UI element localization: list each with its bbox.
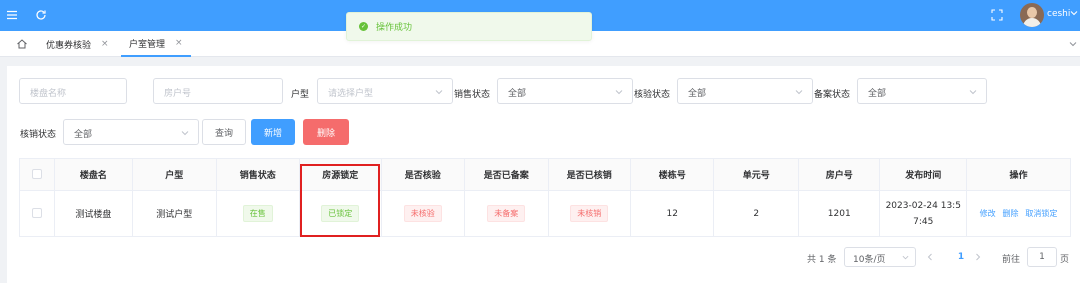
tab-room-management[interactable]: 户室管理 × [121,31,191,57]
project-name-input[interactable]: 楼盘名称 [19,78,127,104]
check-circle-icon: ✓ [359,22,368,31]
column-header: 发布时间 [879,158,968,191]
chevron-down-icon [181,129,189,137]
chevron-down-icon [435,88,443,96]
writeoff-status-select[interactable]: 全部 [63,119,199,145]
unlock-link[interactable]: 取消锁定 [1025,209,1057,218]
close-icon[interactable]: × [101,39,109,49]
page-number-current[interactable]: 1 [950,247,972,267]
building-cell: 12 [629,190,715,237]
writeoff-status-label: 核销状态 [20,130,57,140]
goto-suffix: 页 [1060,254,1070,265]
table-row: 测试楼盘 测试户型 在售 已锁定 未核验 未备案 未核销 12 2 1201 2… [19,190,1071,237]
chevron-down-icon [795,88,803,96]
column-header: 楼栋号 [629,158,715,191]
column-header: 操作 [966,158,1071,191]
actions-cell: 修改 删除 取消锁定 [966,190,1071,237]
success-toast: ✓ 操作成功 [346,12,592,41]
layout-label: 户型 [291,90,310,100]
filing-status-tag: 未备案 [487,205,526,222]
query-button[interactable]: 查询 [202,119,246,145]
page-size-select[interactable]: 10条/页 [844,247,916,267]
room-table: 楼盘名 户型 销售状态 房源锁定 是否核验 是否已备案 是否已核销 楼栋号 单元… [19,158,1071,237]
filing-status-select[interactable]: 全部 [857,78,987,104]
project-cell: 测试楼盘 [53,190,134,237]
goto-page-input[interactable]: 1 [1027,247,1057,267]
layout-select[interactable]: 请选择户型 [317,78,453,104]
verify-status-tag: 未核验 [403,205,442,222]
goto-prefix: 前往 [1002,254,1021,265]
select-all-checkbox[interactable] [31,169,42,180]
chevron-down-icon [902,254,909,261]
user-name[interactable]: ceshi [1047,9,1070,19]
column-header: 销售状态 [215,158,301,191]
column-header: 是否已核销 [547,158,631,191]
column-header: 是否已备案 [464,158,549,191]
column-header: 单元号 [713,158,799,191]
refresh-icon[interactable] [34,8,48,22]
tab-label: 户室管理 [129,39,166,50]
verify-status-select[interactable]: 全部 [677,78,813,104]
row-checkbox[interactable] [31,208,42,219]
add-button[interactable]: 新增 [251,119,295,145]
menu-icon[interactable] [5,8,19,22]
layout-cell: 测试户型 [132,190,217,237]
close-icon[interactable]: × [175,38,183,48]
main-card: 楼盘名称 房户号 户型 请选择户型 销售状态 全部 核验状态 全部 备案状态 全… [7,66,1080,283]
writeoff-status-tag: 未核销 [570,205,609,222]
chevron-left-icon[interactable] [925,252,935,262]
edit-link[interactable]: 修改 [980,209,996,218]
delete-button[interactable]: 删除 [303,119,349,145]
sales-status-tag: 在售 [242,205,273,222]
column-header: 房户号 [797,158,881,191]
chevron-right-icon[interactable] [973,252,983,262]
tab-label: 优惠券核验 [46,40,92,51]
avatar[interactable] [1020,3,1044,27]
unit-cell: 2 [713,190,799,237]
sales-status-label: 销售状态 [454,90,491,100]
delete-link[interactable]: 删除 [1003,209,1019,218]
pagination-total: 共 1 条 [807,254,837,265]
toast-message: 操作成功 [376,23,413,33]
highlight-box [300,164,380,237]
publish-time-cell: 2023-02-24 13:5 7:45 [879,190,968,237]
filing-status-label: 备案状态 [814,90,851,100]
verify-status-label: 核验状态 [634,90,671,100]
tab-coupon-verify[interactable]: 优惠券核验 × [38,31,117,57]
fullscreen-icon[interactable] [990,8,1004,22]
chevron-down-icon[interactable] [1068,39,1078,49]
room-cell: 1201 [797,190,881,237]
home-icon[interactable] [16,38,28,50]
room-number-input[interactable]: 房户号 [153,78,283,104]
column-header: 户型 [132,158,217,191]
sales-status-select[interactable]: 全部 [497,78,633,104]
chevron-down-icon[interactable] [1070,9,1078,17]
chevron-down-icon [615,88,623,96]
column-header: 楼盘名 [53,158,134,191]
select-all-cell [19,158,55,191]
chevron-down-icon [969,88,977,96]
column-header: 是否核验 [380,158,465,191]
table-header-row: 楼盘名 户型 销售状态 房源锁定 是否核验 是否已备案 是否已核销 楼栋号 单元… [19,158,1071,191]
